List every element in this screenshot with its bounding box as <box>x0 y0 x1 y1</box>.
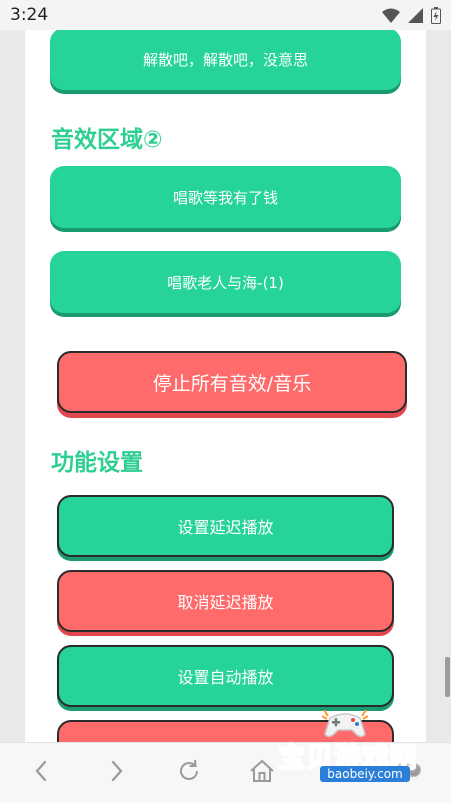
sound-button-money[interactable]: 唱歌等我有了钱 <box>50 166 401 228</box>
status-time: 3:24 <box>10 5 49 25</box>
scrollbar-thumb[interactable] <box>445 657 450 697</box>
signal-icon <box>408 7 423 23</box>
sound-button-old-man-sea[interactable]: 唱歌老人与海-(1) <box>50 251 401 313</box>
refresh-button[interactable] <box>175 757 203 785</box>
button-label: 唱歌等我有了钱 <box>172 188 278 207</box>
section-title-settings: 功能设置 <box>51 450 143 476</box>
button-label: 取消延迟播放 <box>177 593 274 612</box>
watermark-logo: 宝贝游戏网 baobeiy.com <box>270 708 430 798</box>
sound-button-disband[interactable]: 解散吧，解散吧，没意思 <box>50 30 401 90</box>
stop-all-button[interactable]: 停止所有音效/音乐 <box>57 351 407 413</box>
back-button[interactable] <box>30 757 54 785</box>
set-autoplay-button[interactable]: 设置自动播放 <box>57 645 394 707</box>
refresh-icon <box>175 757 203 785</box>
watermark-url: baobeiy.com <box>320 766 410 782</box>
cancel-delay-button[interactable]: 取消延迟播放 <box>57 570 394 632</box>
wifi-icon <box>382 8 400 23</box>
section-title-sound2: 音效区域② <box>51 127 163 153</box>
chevron-right-icon <box>104 757 128 785</box>
button-label: 设置延迟播放 <box>177 518 274 537</box>
button-label: 唱歌老人与海-(1) <box>167 273 284 292</box>
status-bar: 3:24 <box>0 0 451 30</box>
set-delay-button[interactable]: 设置延迟播放 <box>57 495 394 557</box>
chevron-left-icon <box>30 757 54 785</box>
button-label: 设置自动播放 <box>177 668 274 687</box>
button-label: 停止所有音效/音乐 <box>152 372 312 395</box>
forward-button[interactable] <box>104 757 128 785</box>
content-panel[interactable]: 解散吧，解散吧，没意思 音效区域② 唱歌等我有了钱 唱歌老人与海-(1) 停止所… <box>25 30 426 742</box>
button-label: 解散吧，解散吧，没意思 <box>142 50 308 69</box>
battery-icon <box>431 6 441 24</box>
